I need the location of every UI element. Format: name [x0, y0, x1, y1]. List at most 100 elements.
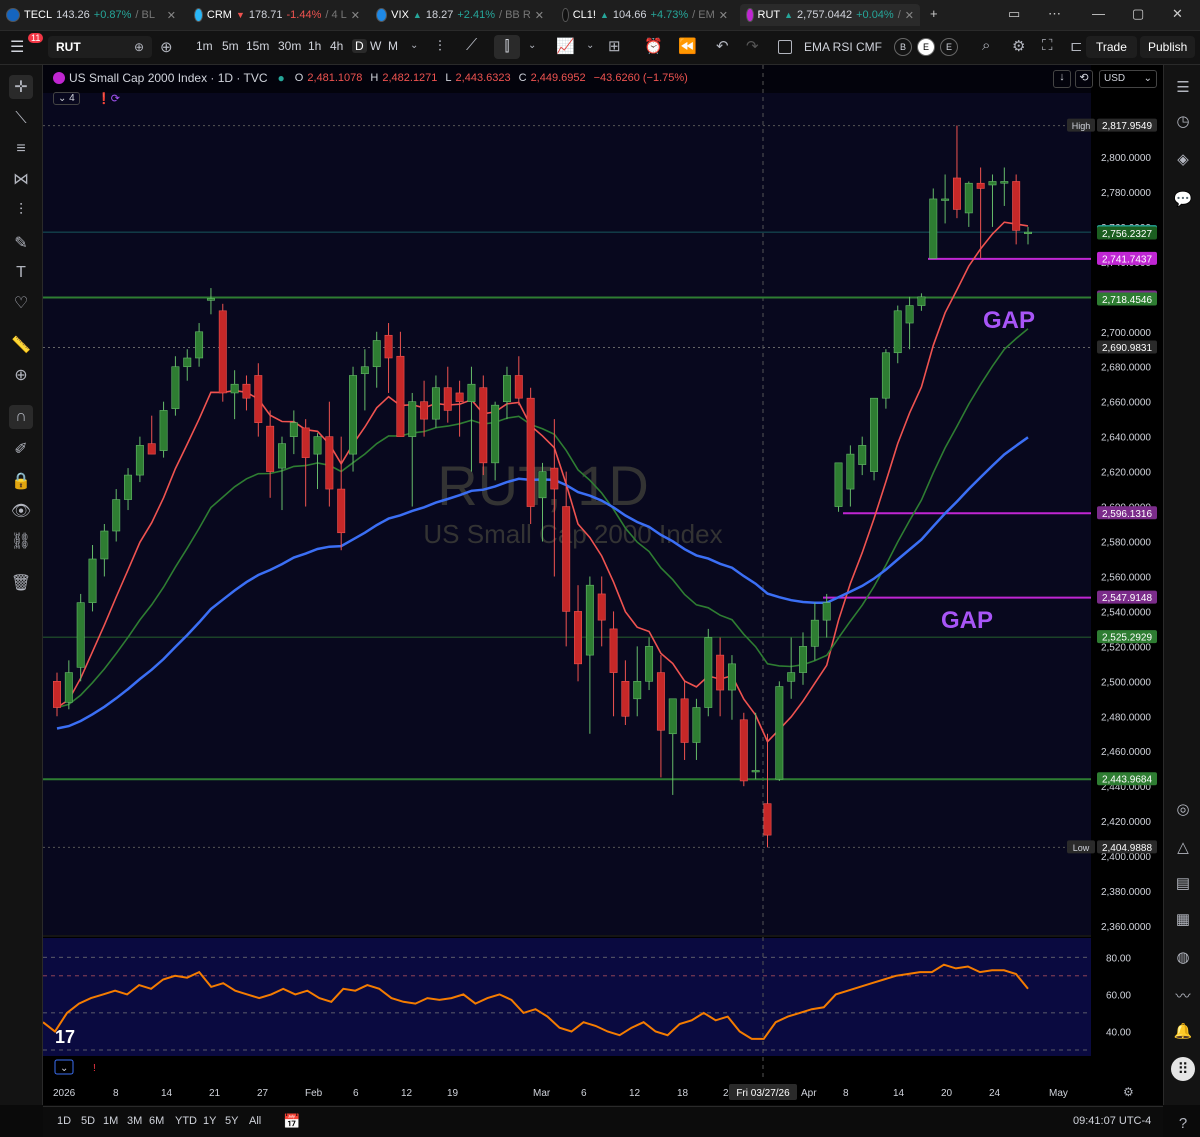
rsi-warning-icon[interactable]: ! [93, 1063, 96, 1074]
calendar-icon[interactable]: ▤ [1171, 871, 1195, 895]
range-1d[interactable]: 1D [57, 1115, 71, 1127]
tab-close-icon[interactable]: ✕ [535, 9, 544, 22]
fullscreen-icon[interactable]: ⛶ [1042, 37, 1053, 54]
price-label[interactable]: 2,817.9549 [1102, 121, 1152, 132]
fib-icon[interactable]: ≡ [9, 137, 33, 161]
range-5y[interactable]: 5Y [225, 1115, 238, 1127]
crosshair-icon[interactable]: ✛ [9, 75, 33, 99]
heart-icon[interactable]: ♡ [9, 291, 33, 315]
watchlist-icon[interactable]: ☰ [1171, 75, 1195, 99]
indicators-icon[interactable]: 📈 [556, 37, 575, 55]
price-label[interactable]: 2,741.7437 [1102, 254, 1152, 265]
chart-type-dropdown-icon[interactable]: ⌄ [528, 40, 536, 51]
undo-icon[interactable]: ↶ [716, 37, 729, 55]
tab-close-icon[interactable]: ✕ [167, 9, 176, 22]
minimize-icon[interactable]: — [1092, 6, 1105, 21]
clock-text[interactable]: 09:41:07 UTC-4 [1073, 1115, 1151, 1127]
add-symbol-icon[interactable]: ⊕ [160, 38, 173, 56]
indicators-dropdown-icon[interactable]: ⌄ [586, 40, 594, 51]
trade-button[interactable]: Trade [1086, 36, 1137, 58]
globe-icon[interactable]: ◍ [1171, 945, 1195, 969]
price-label[interactable]: 2,690.9831 [1102, 343, 1152, 354]
chart-canvas[interactable]: RUT, 1DUS Small Cap 2000 IndexGAPGAP2,80… [42, 65, 1163, 1105]
interval-4h[interactable]: 4h [330, 39, 343, 53]
interval-15m[interactable]: 15m [246, 39, 269, 53]
lock-drawing-icon[interactable]: ✐ [9, 437, 33, 461]
price-label[interactable]: 2,718.4546 [1102, 295, 1152, 306]
interval-5m[interactable]: 5m [222, 39, 239, 53]
window-close-icon[interactable]: ✕ [1172, 6, 1183, 22]
scale-down-icon[interactable]: ↓ [1053, 70, 1071, 88]
symbol-search-input[interactable]: RUT ⊕ [48, 36, 152, 58]
tab-rut[interactable]: RUT ▲ 2,757.0442 +0.04% / ✕ [740, 4, 920, 26]
refresh-icon[interactable]: ⟳ [111, 93, 120, 105]
date-range-icon[interactable]: 📅 [283, 1113, 300, 1130]
prediction-icon[interactable]: ⫶ [9, 199, 33, 223]
legend-title[interactable]: US Small Cap 2000 Index · 1D · TVC [69, 71, 268, 85]
toggle-b-0[interactable]: B [894, 38, 912, 56]
compare-icon[interactable]: ⊕ [134, 40, 144, 54]
screener-icon[interactable]: ▦ [1171, 907, 1195, 931]
indicator-collapse-button[interactable]: ⌄ 4 [53, 92, 80, 105]
line-chart-icon[interactable]: ⟋ [466, 37, 477, 55]
snapshot-icon[interactable]: ⊏ [1070, 37, 1083, 55]
price-label[interactable]: 2,756.2327 [1102, 229, 1152, 240]
tab-vix[interactable]: VIX ▲ 18.27 +2.41% / BB R ✕ [370, 4, 550, 26]
alerts-clock-icon[interactable]: ◷ [1171, 109, 1195, 133]
tab-close-icon[interactable]: ✕ [719, 9, 728, 22]
template-checkbox-icon[interactable] [778, 40, 792, 54]
chat-icon[interactable]: 💬 [1171, 187, 1195, 211]
time-axis-settings-icon[interactable]: ⚙ [1123, 1085, 1134, 1099]
lock-icon[interactable]: 🔒 [9, 469, 33, 493]
price-label[interactable]: 2,525.2929 [1102, 633, 1152, 644]
gap-annotation-lower[interactable]: GAP [941, 607, 993, 634]
range-3m[interactable]: 3M [127, 1115, 142, 1127]
price-label[interactable]: 2,443.9684 [1102, 775, 1152, 786]
warning-icon[interactable]: ❗⟳ [97, 92, 120, 105]
eye-icon[interactable]: 👁 [9, 499, 33, 523]
publish-button[interactable]: Publish [1140, 36, 1196, 58]
interval-W[interactable]: W [370, 39, 381, 53]
bar-type-icon[interactable]: ⫶ [438, 38, 442, 55]
more-icon[interactable]: ⋯ [1048, 6, 1061, 22]
trash-icon[interactable]: 🗑 [9, 571, 33, 595]
tab-tecl[interactable]: TECL 143.26 +0.87% / BL ✕ [0, 4, 182, 26]
rsi-collapse-icon[interactable]: ⌄ [60, 1063, 68, 1074]
range-ytd[interactable]: YTD [175, 1115, 197, 1127]
toggle-e-2[interactable]: E [940, 38, 958, 56]
ruler-icon[interactable]: 📏 [9, 333, 33, 357]
tab-cl1[interactable]: CL1! ▲ 104.66 +4.73% / EM ✕ [556, 4, 734, 26]
price-label[interactable]: 2,547.9148 [1102, 593, 1152, 604]
tab-close-icon[interactable]: ✕ [351, 9, 360, 22]
layout-icon[interactable]: ⊞ [608, 37, 621, 55]
interval-M[interactable]: M [388, 39, 398, 53]
window-layout-icon[interactable]: ▭ [1008, 6, 1020, 22]
candle-chart-icon[interactable]: ⫿ [494, 35, 520, 59]
zoom-icon[interactable]: ⌕ [982, 37, 990, 54]
reset-scale-icon[interactable]: ⟲ [1075, 70, 1093, 88]
help-icon[interactable]: ? [1171, 1111, 1195, 1135]
range-1y[interactable]: 1Y [203, 1115, 216, 1127]
range-6m[interactable]: 6M [149, 1115, 164, 1127]
tab-close-icon[interactable]: ✕ [905, 9, 914, 22]
price-chart[interactable]: RUT, 1D US Small Cap 2000 Index GAP GAP 2,80… [42, 65, 1163, 1105]
text-icon[interactable]: T [9, 261, 33, 285]
pattern-icon[interactable]: ⋈ [9, 167, 33, 191]
currency-select[interactable]: USD ⌄ [1099, 70, 1157, 88]
target-icon[interactable]: ◎ [1171, 797, 1195, 821]
range-5d[interactable]: 5D [81, 1115, 95, 1127]
interval-1m[interactable]: 1m [196, 39, 213, 53]
new-tab-icon[interactable]: + [930, 6, 938, 21]
interval-D[interactable]: D [352, 39, 367, 53]
indicator-template-label[interactable]: EMA RSI CMF [804, 40, 882, 54]
interval-dropdown-icon[interactable]: ⌄ [410, 40, 418, 51]
interval-30m[interactable]: 30m [278, 39, 301, 53]
alert-icon[interactable]: ⏰ [644, 37, 663, 55]
price-label[interactable]: 2,404.9888 [1102, 843, 1152, 854]
maximize-icon[interactable]: ▢ [1132, 6, 1144, 22]
link-icon[interactable]: ⛓ [9, 529, 33, 553]
stream-icon[interactable]: 〰 [1171, 983, 1195, 1007]
ideas-icon[interactable]: △ [1171, 835, 1195, 859]
price-label[interactable]: 2,596.1316 [1102, 509, 1152, 520]
redo-icon[interactable]: ↷ [746, 37, 759, 55]
